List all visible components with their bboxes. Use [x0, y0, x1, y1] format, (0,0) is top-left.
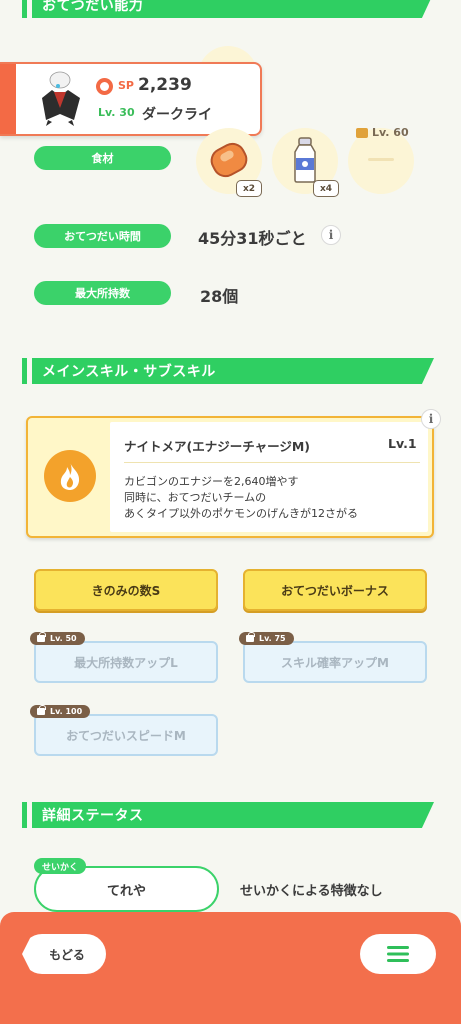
section-title: 詳細ステータス — [32, 802, 434, 828]
nature-tag: せいかく — [34, 858, 87, 874]
sp-label: SP — [118, 79, 134, 92]
main-skill-card[interactable]: ナイトメア(エナジーチャージM) Lv.1 カビゴンのエナジーを2,640増やす… — [26, 416, 434, 538]
fire-skill-icon — [44, 450, 96, 502]
lock-icon — [356, 128, 368, 138]
ingredient-qty-2: x4 — [313, 180, 339, 197]
help-time-value: 45分31秒ごと — [198, 229, 307, 248]
sub-skill-unlock-tag: Lv. 50 — [30, 632, 85, 645]
pokemon-name: ダークライ — [142, 107, 212, 123]
milk-bottle-icon — [294, 137, 316, 183]
max-carry-value: 28個 — [200, 287, 239, 306]
section-title: おてつだい能力 — [32, 0, 434, 18]
help-time-label: おてつだい時間 — [34, 224, 171, 248]
ingredient-qty-1: x2 — [236, 180, 262, 197]
sub-skill-helping-speed-m[interactable]: おてつだいスピードM — [34, 714, 218, 756]
ingredient-unlock-level: Lv. 60 — [372, 126, 409, 139]
section-header-skills: メインスキル・サブスキル — [22, 358, 434, 384]
max-carry-label: 最大所持数 — [34, 281, 171, 305]
sub-skill-inventory-up-l[interactable]: 最大所持数アップL — [34, 641, 218, 683]
lock-icon — [37, 705, 46, 715]
main-skill-description: カビゴンのエナジーを2,640増やす 同時に、おてつだいチームの あくタイプ以外… — [124, 475, 358, 520]
section-title: メインスキル・サブスキル — [32, 358, 434, 384]
empty-dash-icon — [368, 158, 394, 161]
sub-skill-skill-trigger-m[interactable]: スキル確率アップM — [243, 641, 427, 683]
sub-skill-unlock-tag: Lv. 100 — [30, 705, 91, 718]
pokemon-card[interactable]: SP 2,239 Lv. 30 ダークライ — [0, 62, 262, 136]
main-skill-level: Lv.1 — [388, 436, 417, 451]
ingredients-label: 食材 — [34, 146, 171, 170]
back-button[interactable]: もどる — [22, 934, 106, 974]
lock-icon — [37, 632, 46, 642]
hamburger-menu-icon — [387, 946, 409, 962]
section-header-details: 詳細ステータス — [22, 802, 434, 828]
pokemon-level: Lv. 30 — [98, 106, 135, 119]
sp-icon — [96, 78, 113, 95]
sub-skill-berry-finding-s[interactable]: きのみの数S — [34, 569, 218, 611]
main-skill-name: ナイトメア(エナジーチャージM) — [124, 439, 310, 454]
divider — [124, 462, 420, 463]
nature-effect: せいかくによる特徴なし — [240, 884, 383, 899]
main-skill-info-icon[interactable]: i — [421, 409, 441, 429]
sausage-icon — [210, 142, 248, 178]
menu-button[interactable] — [360, 934, 436, 974]
sub-skill-helping-bonus[interactable]: おてつだいボーナス — [243, 569, 427, 611]
lock-icon — [246, 632, 255, 642]
darkrai-portrait-icon — [34, 70, 86, 128]
section-header-help-ability: おてつだい能力 — [22, 0, 434, 18]
help-time-info-icon[interactable]: i — [321, 225, 341, 245]
sp-value: 2,239 — [138, 75, 192, 95]
sub-skill-unlock-tag: Lv. 75 — [239, 632, 294, 645]
